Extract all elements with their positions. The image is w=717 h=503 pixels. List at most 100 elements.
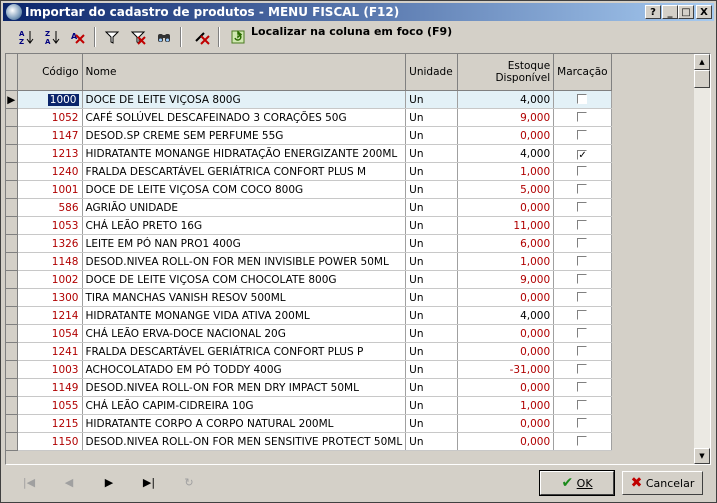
cell-code[interactable]: 1001	[17, 180, 83, 199]
cell-stock[interactable]: 1,000	[457, 252, 555, 271]
mark-checkbox[interactable]	[577, 274, 588, 284]
table-row[interactable]: 1003 ACHOCOLATADO EM PÓ TODDY 400G Un -31,0…	[6, 360, 612, 379]
table-row[interactable]: 1147 DESOD.SP CREME SEM PERFUME 55G Un 0,00…	[6, 126, 612, 145]
cell-unit[interactable]: Un	[405, 126, 459, 145]
mark-checkbox[interactable]	[577, 112, 588, 122]
title-bar[interactable]: Importar do cadastro de produtos - MENU …	[3, 3, 714, 21]
row-indicator[interactable]	[6, 162, 18, 181]
scroll-thumb[interactable]	[694, 70, 710, 88]
cell-unit[interactable]: Un	[405, 252, 459, 271]
mark-checkbox[interactable]	[577, 346, 588, 356]
row-indicator[interactable]	[6, 270, 18, 289]
cancel-button[interactable]: ✖ Cancelar	[622, 471, 703, 495]
column-header-stock[interactable]: Estoque Disponível	[457, 54, 555, 91]
table-row[interactable]: 1240 FRALDA DESCARTÁVEL GERIÁTRICA CONFOR…	[6, 162, 612, 181]
cell-stock[interactable]: 4,000	[457, 90, 555, 109]
cell-unit[interactable]: Un	[405, 216, 459, 235]
cell-unit[interactable]: Un	[405, 234, 459, 253]
last-record-icon[interactable]: ▶|	[137, 473, 161, 493]
cell-unit[interactable]: Un	[405, 396, 459, 415]
cell-name[interactable]: DOCE DE LEITE VIÇOSA COM CHOCOLATE 800G	[82, 270, 407, 289]
row-indicator[interactable]	[6, 342, 18, 361]
cell-name[interactable]: HIDRATANTE MONANGE VIDA ATIVA 200ML	[82, 306, 407, 325]
cell-unit[interactable]: Un	[405, 144, 459, 163]
table-row[interactable]: 1149 DESOD.NIVEA ROLL-ON FOR MEN DRY IMPA…	[6, 378, 612, 397]
cell-mark[interactable]	[553, 108, 612, 127]
cell-code[interactable]: 1147	[17, 126, 83, 145]
cell-mark[interactable]	[553, 378, 612, 397]
cell-mark[interactable]	[553, 234, 612, 253]
cell-mark[interactable]	[553, 252, 612, 271]
cell-mark[interactable]	[553, 288, 612, 307]
row-indicator[interactable]	[6, 414, 18, 433]
cell-stock[interactable]: 9,000	[457, 270, 555, 289]
row-indicator[interactable]	[6, 306, 18, 325]
cell-code[interactable]: 1055	[17, 396, 83, 415]
cell-stock[interactable]: 9,000	[457, 108, 555, 127]
table-row[interactable]: 1148 DESOD.NIVEA ROLL-ON FOR MEN INVISIBL…	[6, 252, 612, 271]
cell-name[interactable]: DESOD.NIVEA ROLL-ON FOR MEN DRY IMPACT 5…	[82, 378, 407, 397]
scroll-up-icon[interactable]: ▲	[694, 54, 710, 70]
cell-name[interactable]: DOCE DE LEITE VIÇOSA COM COCO 800G	[82, 180, 407, 199]
cell-name[interactable]: FRALDA DESCARTÁVEL GERIÁTRICA CONFORT PL…	[82, 162, 407, 181]
mark-checkbox[interactable]	[577, 238, 588, 248]
cell-unit[interactable]: Un	[405, 180, 459, 199]
cell-code[interactable]: 1003	[17, 360, 83, 379]
filter-icon[interactable]	[101, 26, 123, 48]
mark-checkbox[interactable]	[577, 292, 588, 302]
cell-unit[interactable]: Un	[405, 162, 459, 181]
cell-mark[interactable]	[553, 414, 612, 433]
cell-unit[interactable]: Un	[405, 306, 459, 325]
clear-search-icon[interactable]	[191, 26, 213, 48]
cell-stock[interactable]: 0,000	[457, 414, 555, 433]
cell-stock[interactable]: 11,000	[457, 216, 555, 235]
row-indicator[interactable]	[6, 180, 18, 199]
cell-stock[interactable]: 0,000	[457, 288, 555, 307]
cell-code[interactable]: 1149	[17, 378, 83, 397]
table-row[interactable]: 1300 TIRA MANCHAS VANISH RESOV 500ML Un 0,0…	[6, 288, 612, 307]
cell-code[interactable]: 1148	[17, 252, 83, 271]
first-record-icon[interactable]: |◀	[17, 473, 41, 493]
cell-mark[interactable]	[553, 180, 612, 199]
cell-code[interactable]: 1215	[17, 414, 83, 433]
cell-code[interactable]: 1213	[17, 144, 83, 163]
cell-stock[interactable]: 1,000	[457, 162, 555, 181]
mark-checkbox[interactable]	[577, 382, 588, 392]
table-row[interactable]: 1001 DOCE DE LEITE VIÇOSA COM COCO 800G Un…	[6, 180, 612, 199]
row-indicator[interactable]	[6, 396, 18, 415]
cell-stock[interactable]: 0,000	[457, 324, 555, 343]
table-row[interactable]: 1213 HIDRATANTE MONANGE HIDRATAÇÃO ENERGI…	[6, 144, 612, 163]
mark-checkbox[interactable]	[577, 220, 588, 230]
cell-stock[interactable]: 0,000	[457, 342, 555, 361]
mark-checkbox[interactable]	[577, 94, 588, 104]
mark-checkbox[interactable]	[577, 364, 588, 374]
row-indicator[interactable]	[6, 198, 18, 217]
column-header-mark[interactable]: Marcação	[553, 54, 612, 91]
cell-name[interactable]: ACHOCOLATADO EM PÓ TODDY 400G	[82, 360, 407, 379]
vertical-scrollbar[interactable]: ▲ ▼	[694, 54, 710, 464]
row-indicator[interactable]	[6, 360, 18, 379]
row-indicator[interactable]	[6, 432, 18, 451]
cell-name[interactable]: LEITE EM PÓ NAN PRO1 400G	[82, 234, 407, 253]
table-row[interactable]: 1002 DOCE DE LEITE VIÇOSA COM CHOCOLATE 8…	[6, 270, 612, 289]
cell-unit[interactable]: Un	[405, 414, 459, 433]
cell-unit[interactable]: Un	[405, 324, 459, 343]
ok-button[interactable]: ✔ OK	[539, 470, 615, 496]
cell-unit[interactable]: Un	[405, 378, 459, 397]
table-row[interactable]: 1054 CHÁ LEÃO ERVA-DOCE NACIONAL 20G Un 0,0…	[6, 324, 612, 343]
cell-code[interactable]: 1053	[17, 216, 83, 235]
column-header-code[interactable]: Código	[17, 54, 83, 91]
minimize-button[interactable]: _	[662, 5, 678, 19]
cell-unit[interactable]: Un	[405, 360, 459, 379]
table-row[interactable]: 1214 HIDRATANTE MONANGE VIDA ATIVA 200ML U…	[6, 306, 612, 325]
scroll-down-icon[interactable]: ▼	[694, 448, 710, 464]
cell-code[interactable]: 1326	[17, 234, 83, 253]
cell-name[interactable]: CHÁ LEÃO ERVA-DOCE NACIONAL 20G	[82, 324, 407, 343]
clear-filter-icon[interactable]	[127, 26, 149, 48]
row-indicator[interactable]	[6, 378, 18, 397]
mark-checkbox[interactable]	[577, 310, 588, 320]
mark-checkbox[interactable]	[577, 400, 588, 410]
cell-code[interactable]: 1000	[17, 90, 83, 109]
cell-name[interactable]: CHÁ LEÃO CAPIM-CIDREIRA 10G	[82, 396, 407, 415]
cell-name[interactable]: FRALDA DESCARTÁVEL GERIÁTRICA CONFORT PL…	[82, 342, 407, 361]
